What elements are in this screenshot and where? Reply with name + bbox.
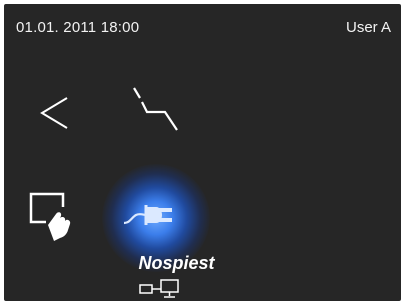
touch-screen-button[interactable]	[24, 189, 82, 245]
network-monitor-icon	[137, 278, 191, 300]
status-bar: 01.01. 2011 18:00 User A	[4, 4, 401, 44]
touch-screen-icon	[29, 192, 71, 241]
link-button[interactable]	[128, 84, 186, 140]
device-screen: 01.01. 2011 18:00 User A Nospiest	[4, 4, 401, 301]
datetime-display: 01.01. 2011 18:00	[16, 19, 140, 36]
broken-link-icon	[133, 87, 178, 131]
connect-mode-button[interactable]	[116, 184, 196, 254]
back-button[interactable]	[34, 92, 74, 134]
chevron-left-icon	[40, 97, 68, 129]
selected-mode-label: Nospiest	[138, 253, 215, 273]
current-user: User A	[345, 19, 391, 36]
power-plug-icon	[123, 205, 172, 225]
